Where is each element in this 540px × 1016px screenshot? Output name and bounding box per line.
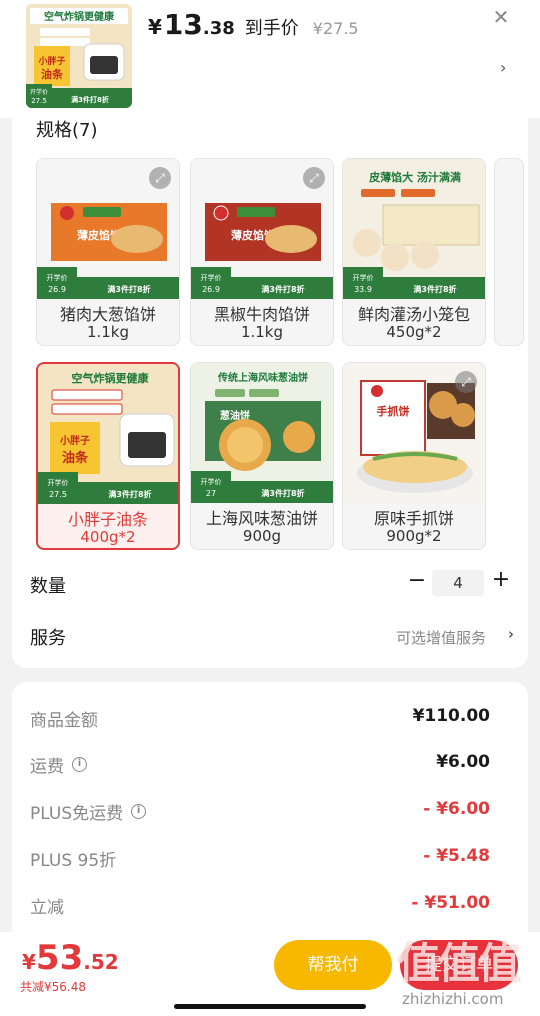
sku-image: 皮薄馅大 汤汁满满 开学价 33.9 满3件打8折 bbox=[343, 159, 485, 299]
breakdown-value: ¥6.00 bbox=[436, 752, 490, 772]
svg-text:满3件打8折: 满3件打8折 bbox=[413, 284, 456, 294]
sku-weight: 1.1kg bbox=[240, 323, 284, 341]
product-header: 空气炸锅更健康 小胖子 油条 开学价 27.5 满3件打8折 ¥ 13 .38 … bbox=[0, 0, 540, 118]
product-thumbnail: 空气炸锅更健康 小胖子 油条 开学价 27.5 满3件打8折 bbox=[26, 4, 132, 108]
total-price: ¥ 53 .52 bbox=[22, 938, 119, 978]
total-currency: ¥ bbox=[22, 950, 36, 974]
svg-text:33.9: 33.9 bbox=[354, 285, 372, 294]
total-decimal: .52 bbox=[83, 950, 119, 974]
total-integer: 53 bbox=[35, 938, 84, 978]
svg-text:手抓饼: 手抓饼 bbox=[377, 404, 410, 418]
svg-text:满3件打8折: 满3件打8折 bbox=[108, 489, 151, 499]
expand-icon[interactable]: ⤢ bbox=[303, 167, 325, 189]
info-icon[interactable]: i bbox=[72, 757, 87, 772]
svg-text:满3件打8折: 满3件打8折 bbox=[71, 95, 109, 104]
price-decimal: .38 bbox=[202, 18, 235, 39]
breakdown-value: - ¥6.00 bbox=[423, 799, 490, 819]
total-saved: 共减¥56.48 bbox=[20, 980, 86, 994]
expand-icon[interactable]: ⤢ bbox=[149, 167, 171, 189]
sku-option-partial[interactable] bbox=[494, 158, 524, 346]
svg-text:空气炸锅更健康: 空气炸锅更健康 bbox=[72, 371, 150, 385]
sku-option[interactable]: 皮薄馅大 汤汁满满 开学价 33.9 满3件打8折 鲜肉灌汤小笼包 450g*2 bbox=[342, 158, 486, 346]
breakdown-row: PLUS 95折 - ¥5.48 bbox=[12, 846, 528, 876]
svg-text:油条: 油条 bbox=[62, 450, 89, 466]
spec-card: 规格(7) 薄皮馅饼 开学价 26.9 满3件打8折 ⤢ 猪肉大葱馅饼 1.1k… bbox=[12, 112, 528, 668]
sku-image: 空气炸锅更健康 小胖子 油条 开学价 27.5 满3件打8折 bbox=[38, 364, 178, 504]
svg-text:开学价: 开学价 bbox=[47, 273, 68, 282]
breakdown-label: 运费 bbox=[30, 757, 64, 777]
breakdown-row: 运费 i ¥6.00 bbox=[12, 752, 528, 782]
svg-text:开学价: 开学价 bbox=[201, 273, 222, 282]
svg-text:满3件打8折: 满3件打8折 bbox=[261, 488, 304, 498]
sku-weight: 450g*2 bbox=[386, 323, 442, 341]
svg-text:开学价: 开学价 bbox=[48, 478, 69, 487]
breakdown-label: PLUS免运费 bbox=[30, 804, 124, 824]
sku-name: 猪肉大葱馅饼 bbox=[59, 305, 156, 324]
sku-name: 小胖子油条 bbox=[67, 510, 148, 529]
help-pay-button[interactable]: 帮我付 bbox=[274, 940, 392, 990]
sku-option-selected[interactable]: 空气炸锅更健康 小胖子 油条 开学价 27.5 满3件打8折 小胖子油条 400… bbox=[36, 362, 180, 550]
svg-text:开学价: 开学价 bbox=[30, 88, 48, 96]
svg-text:27.5: 27.5 bbox=[49, 490, 67, 499]
price-breakdown-card: 商品金额 ¥110.00 运费 i ¥6.00 PLUS免运费 i - ¥6.00 … bbox=[12, 682, 528, 942]
close-icon[interactable]: ✕ bbox=[490, 6, 512, 28]
watermark-url: zhizhizhi.com bbox=[402, 990, 504, 1008]
home-indicator[interactable] bbox=[174, 1004, 366, 1009]
svg-text:小胖子: 小胖子 bbox=[59, 434, 90, 447]
breakdown-value: - ¥5.48 bbox=[423, 846, 490, 866]
spec-title: 规格(7) bbox=[36, 120, 98, 141]
svg-text:开学价: 开学价 bbox=[353, 273, 374, 282]
sku-name: 黑椒牛肉馅饼 bbox=[213, 305, 310, 324]
svg-text:26.9: 26.9 bbox=[202, 285, 220, 294]
breakdown-value: ¥110.00 bbox=[412, 706, 490, 726]
sku-weight: 400g*2 bbox=[80, 528, 136, 546]
svg-text:27: 27 bbox=[206, 489, 216, 498]
svg-text:小胖子: 小胖子 bbox=[37, 55, 65, 67]
sku-name: 上海风味葱油饼 bbox=[205, 509, 318, 528]
svg-text:传统上海风味葱油饼: 传统上海风味葱油饼 bbox=[217, 371, 308, 384]
breakdown-row: 立减 - ¥51.00 bbox=[12, 893, 528, 923]
expand-icon[interactable]: ⤢ bbox=[455, 371, 477, 393]
sku-option[interactable]: 薄皮馅饼 开学价 26.9 满3件打8折 ⤢ 黑椒牛肉馅饼 1.1kg bbox=[190, 158, 334, 346]
breakdown-label: 商品金额 bbox=[30, 711, 98, 731]
price-label: 到手价 bbox=[244, 18, 299, 39]
original-price: ¥27.5 bbox=[312, 19, 359, 38]
svg-text:满3件打8折: 满3件打8折 bbox=[107, 284, 150, 294]
breakdown-row: 商品金额 ¥110.00 bbox=[12, 706, 528, 736]
sku-option[interactable]: 传统上海风味葱油饼 葱油饼 开学价 27 满3件打8折 上海风味葱油饼 900g bbox=[190, 362, 334, 550]
breakdown-label: 立减 bbox=[30, 898, 64, 918]
watermark-logo: 值值值 bbox=[398, 939, 520, 988]
svg-text:空气炸锅更健康: 空气炸锅更健康 bbox=[44, 10, 115, 23]
sku-name: 鲜肉灌汤小笼包 bbox=[357, 305, 470, 324]
sku-weight: 1.1kg bbox=[86, 323, 130, 341]
sku-option[interactable]: 薄皮馅饼 开学价 26.9 满3件打8折 ⤢ 猪肉大葱馅饼 1.1kg bbox=[36, 158, 180, 346]
svg-text:油条: 油条 bbox=[41, 67, 64, 81]
chevron-right-icon[interactable]: › bbox=[500, 58, 506, 77]
breakdown-label: PLUS 95折 bbox=[30, 851, 117, 871]
info-icon[interactable]: i bbox=[131, 804, 147, 819]
price-integer: 13 bbox=[163, 8, 203, 41]
sku-name: 原味手抓饼 bbox=[373, 509, 454, 528]
sku-weight: 900g bbox=[242, 527, 282, 545]
sku-weight: 900g*2 bbox=[386, 527, 442, 545]
sku-image: 传统上海风味葱油饼 葱油饼 开学价 27 满3件打8折 bbox=[191, 363, 333, 503]
svg-text:开学价: 开学价 bbox=[201, 477, 222, 486]
quantity-input[interactable]: 4 bbox=[432, 570, 484, 596]
svg-text:27.5: 27.5 bbox=[31, 97, 47, 105]
quantity-plus-button[interactable]: + bbox=[488, 567, 514, 592]
svg-text:26.9: 26.9 bbox=[48, 285, 66, 294]
svg-text:满3件打8折: 满3件打8折 bbox=[261, 284, 304, 294]
breakdown-value: - ¥51.00 bbox=[411, 893, 490, 913]
service-label: 服务 bbox=[30, 628, 66, 649]
price-currency: ¥ bbox=[148, 15, 162, 39]
quantity-label: 数量 bbox=[30, 576, 66, 597]
sku-option[interactable]: 手抓饼 ⤢ 原味手抓饼 900g*2 bbox=[342, 362, 486, 550]
svg-text:皮薄馅大 汤汁满满: 皮薄馅大 汤汁满满 bbox=[368, 170, 461, 184]
service-option-link[interactable]: 可选增值服务 bbox=[396, 627, 486, 648]
chevron-right-icon[interactable]: › bbox=[508, 625, 514, 643]
quantity-minus-button[interactable]: − bbox=[404, 568, 430, 593]
price-row: ¥ 13 .38 到手价 ¥27.5 bbox=[148, 8, 359, 41]
breakdown-row: PLUS免运费 i - ¥6.00 bbox=[12, 799, 528, 829]
